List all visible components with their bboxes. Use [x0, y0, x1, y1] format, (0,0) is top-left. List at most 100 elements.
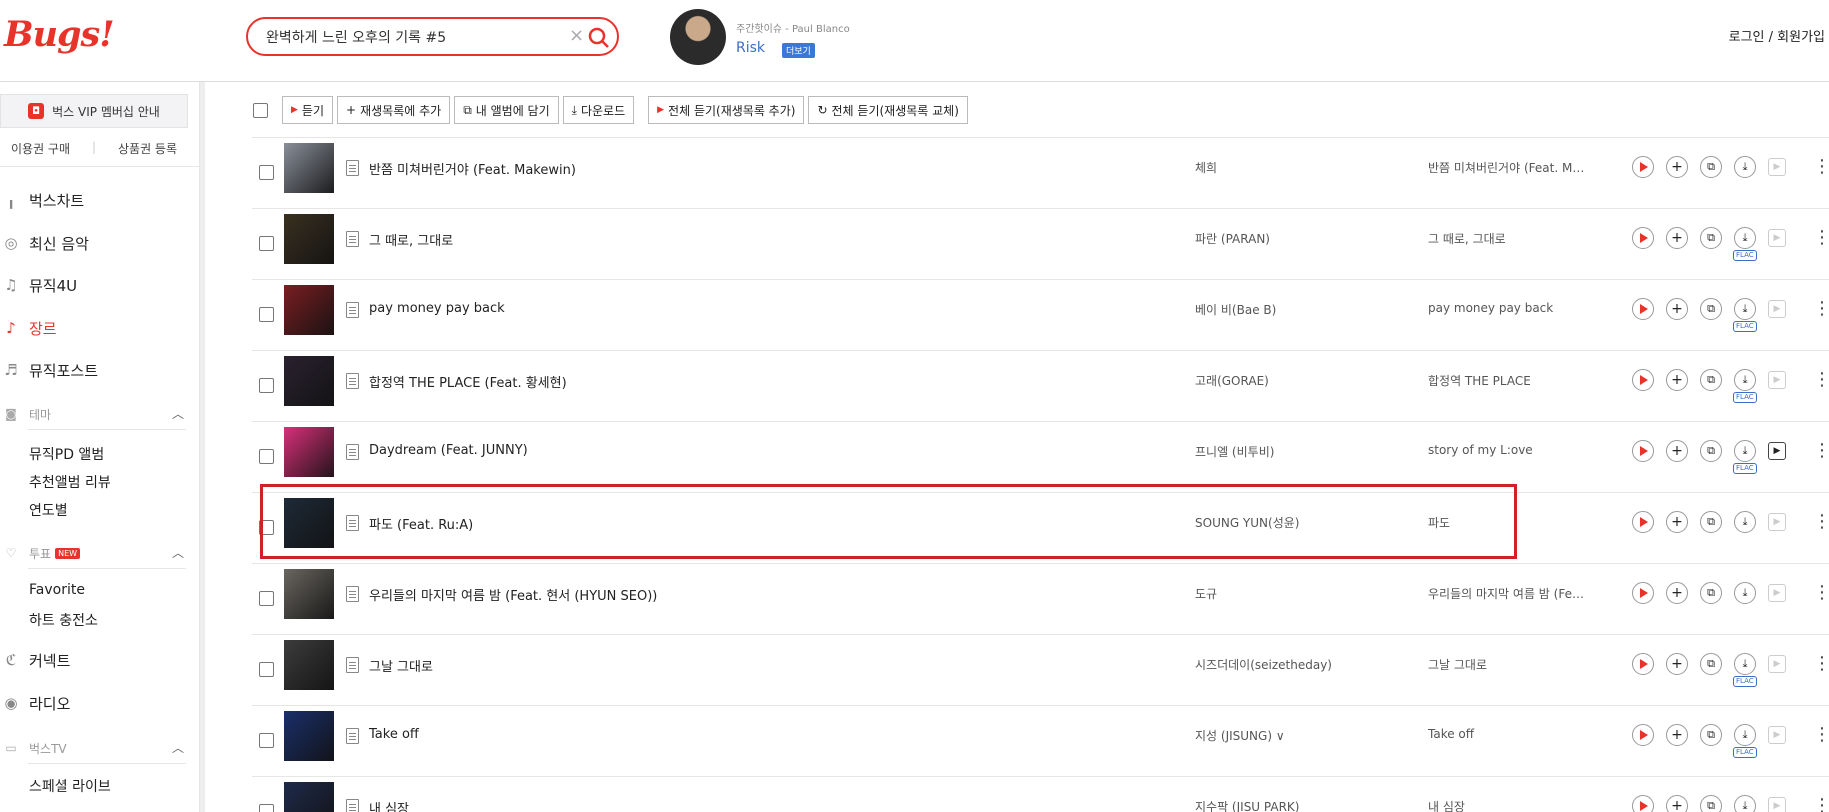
lyrics-icon[interactable]	[346, 444, 359, 460]
track-artist[interactable]: 도규	[1195, 585, 1217, 602]
play-button[interactable]	[1632, 156, 1654, 178]
add-button[interactable]: +	[1666, 227, 1688, 249]
track-checkbox[interactable]	[259, 378, 274, 393]
search-icon[interactable]	[586, 25, 612, 51]
more-options-icon[interactable]: ⋮	[1813, 227, 1829, 248]
track-checkbox[interactable]	[259, 165, 274, 180]
add-to-album-button[interactable]: ⧉	[1700, 156, 1722, 178]
add-playlist-button[interactable]: + 재생목록에 추가	[337, 96, 451, 124]
chevron-up-icon[interactable]: ︿	[172, 544, 184, 561]
add-to-album-button[interactable]: ⧉	[1700, 440, 1722, 462]
track-album[interactable]: 파도	[1428, 514, 1588, 531]
add-album-button[interactable]: ⧉ 내 앨범에 담기	[454, 96, 559, 124]
track-artist[interactable]: 지수팍 (JISU PARK)	[1195, 798, 1299, 812]
album-thumbnail[interactable]	[284, 640, 334, 690]
track-title[interactable]: Daydream (Feat. JUNNY)	[369, 443, 528, 458]
track-checkbox[interactable]	[259, 662, 274, 677]
chevron-up-icon[interactable]: ︿	[172, 739, 184, 756]
more-options-icon[interactable]: ⋮	[1813, 440, 1829, 461]
album-thumbnail[interactable]	[284, 782, 334, 812]
add-button[interactable]: +	[1666, 369, 1688, 391]
chevron-up-icon[interactable]: ︿	[172, 405, 184, 422]
section-tv[interactable]: ▭ 벅스TV ︿	[0, 737, 186, 759]
table-row[interactable]: pay money pay back 베이 비(Bae B) pay money p…	[252, 279, 1829, 350]
track-album[interactable]: Take off	[1428, 727, 1588, 741]
lyrics-icon[interactable]	[346, 657, 359, 673]
music-video-button[interactable]: ▶	[1768, 442, 1786, 460]
download-button[interactable]: ⤓	[1734, 227, 1756, 249]
track-checkbox[interactable]	[259, 307, 274, 322]
album-thumbnail[interactable]	[284, 285, 334, 335]
more-options-icon[interactable]: ⋮	[1813, 653, 1829, 674]
sidebar-item-connect[interactable]: ℭ 커넥트	[0, 648, 71, 672]
download-button[interactable]: ⤓	[1734, 582, 1756, 604]
more-options-icon[interactable]: ⋮	[1813, 298, 1829, 319]
album-thumbnail[interactable]	[284, 427, 334, 477]
play-button[interactable]	[1632, 653, 1654, 675]
search-input[interactable]	[266, 27, 556, 47]
track-checkbox[interactable]	[259, 520, 274, 535]
download-button[interactable]: ⤓	[1734, 369, 1756, 391]
download-button[interactable]: ⤓	[1734, 795, 1756, 812]
add-button[interactable]: +	[1666, 298, 1688, 320]
sidebar-item-radio[interactable]: ◉ 라디오	[0, 691, 70, 715]
track-artist[interactable]: 지성 (JISUNG) ∨	[1195, 727, 1285, 744]
track-artist[interactable]: 프니엘 (비투비)	[1195, 443, 1274, 460]
add-to-album-button[interactable]: ⧉	[1700, 511, 1722, 533]
track-album[interactable]: 그 때로, 그대로	[1428, 230, 1588, 247]
add-to-album-button[interactable]: ⧉	[1700, 227, 1722, 249]
section-theme[interactable]: ◙ 테마 ︿	[0, 403, 186, 425]
add-button[interactable]: +	[1666, 582, 1688, 604]
table-row[interactable]: 그날 그대로 시즈더데이(seizetheday) 그날 그대로 + ⧉ ⤓ FLAC ▶ ⋮	[252, 634, 1829, 705]
lyrics-icon[interactable]	[346, 231, 359, 247]
play-button[interactable]	[1632, 724, 1654, 746]
play-button[interactable]	[1632, 511, 1654, 533]
sidebar-item-new-music[interactable]: ◎ 최신 음악	[0, 231, 89, 255]
add-to-album-button[interactable]: ⧉	[1700, 582, 1722, 604]
track-album[interactable]: 합정역 THE PLACE	[1428, 372, 1588, 389]
track-artist[interactable]: 고래(GORAE)	[1195, 372, 1269, 389]
track-title[interactable]: 합정역 THE PLACE (Feat. 황세현)	[369, 372, 567, 391]
download-button[interactable]: ⤓	[1734, 156, 1756, 178]
download-button[interactable]: ⤓	[1734, 298, 1756, 320]
track-title[interactable]: 반쯤 미쳐버린거야 (Feat. Makewin)	[369, 159, 576, 178]
listen-all-replace-button[interactable]: ↻ 전체 듣기(재생목록 교체)	[808, 96, 968, 124]
track-album[interactable]: 그날 그대로	[1428, 656, 1588, 673]
table-row[interactable]: Take off 지성 (JISUNG) ∨ Take off + ⧉ ⤓ FLAC ▶ ⋮	[252, 705, 1829, 776]
sidebar-item-by-year[interactable]: 연도별	[29, 500, 68, 520]
clear-search-icon[interactable]: ×	[569, 25, 584, 46]
section-vote[interactable]: ♡ 투표 NEW ︿	[0, 542, 186, 564]
buy-pass-link[interactable]: 이용권 구매	[11, 140, 70, 157]
track-artist[interactable]: 체희	[1195, 159, 1217, 176]
download-button[interactable]: ⤓	[1734, 440, 1756, 462]
table-row[interactable]: 반쯤 미쳐버린거야 (Feat. Makewin) 체희 반쯤 미쳐버린거야 (Fe…	[252, 137, 1829, 208]
track-checkbox[interactable]	[259, 733, 274, 748]
more-options-icon[interactable]: ⋮	[1813, 795, 1829, 812]
track-checkbox[interactable]	[259, 591, 274, 606]
track-checkbox[interactable]	[259, 449, 274, 464]
album-thumbnail[interactable]	[284, 569, 334, 619]
add-to-album-button[interactable]: ⧉	[1700, 369, 1722, 391]
track-album[interactable]: 반쯤 미쳐버린거야 (Feat. Ma…	[1428, 159, 1588, 176]
album-thumbnail[interactable]	[284, 143, 334, 193]
track-title[interactable]: 내 심장	[369, 798, 409, 812]
more-options-icon[interactable]: ⋮	[1813, 511, 1829, 532]
track-artist[interactable]: 시즈더데이(seizetheday)	[1195, 656, 1332, 673]
table-row[interactable]: 파도 (Feat. Ru:A) SOUNG YUN(성윤) 파도 + ⧉ ⤓ ▶ ⋮	[252, 492, 1829, 563]
album-thumbnail[interactable]	[284, 711, 334, 761]
add-to-album-button[interactable]: ⧉	[1700, 724, 1722, 746]
lyrics-icon[interactable]	[346, 515, 359, 531]
sidebar-item-musicpd[interactable]: 뮤직PD 앨범	[29, 444, 104, 464]
track-artist[interactable]: 파란 (PARAN)	[1195, 230, 1270, 247]
artist-avatar[interactable]	[670, 9, 726, 65]
table-row[interactable]: 그 때로, 그대로 파란 (PARAN) 그 때로, 그대로 + ⧉ ⤓ FLAC ▶ ⋮	[252, 208, 1829, 279]
sidebar-item-favorite[interactable]: Favorite	[29, 582, 85, 598]
table-row[interactable]: 내 심장 지수팍 (JISU PARK) 내 심장 + ⧉ ⤓ ▶ ⋮	[252, 776, 1829, 812]
album-thumbnail[interactable]	[284, 214, 334, 264]
lyrics-icon[interactable]	[346, 586, 359, 602]
add-button[interactable]: +	[1666, 724, 1688, 746]
table-row[interactable]: 우리들의 마지막 여름 밤 (Feat. 현서 (HYUN SEO)) 도규 우리들…	[252, 563, 1829, 634]
add-button[interactable]: +	[1666, 156, 1688, 178]
more-options-icon[interactable]: ⋮	[1813, 582, 1829, 603]
track-album[interactable]: story of my L:ove	[1428, 443, 1588, 457]
